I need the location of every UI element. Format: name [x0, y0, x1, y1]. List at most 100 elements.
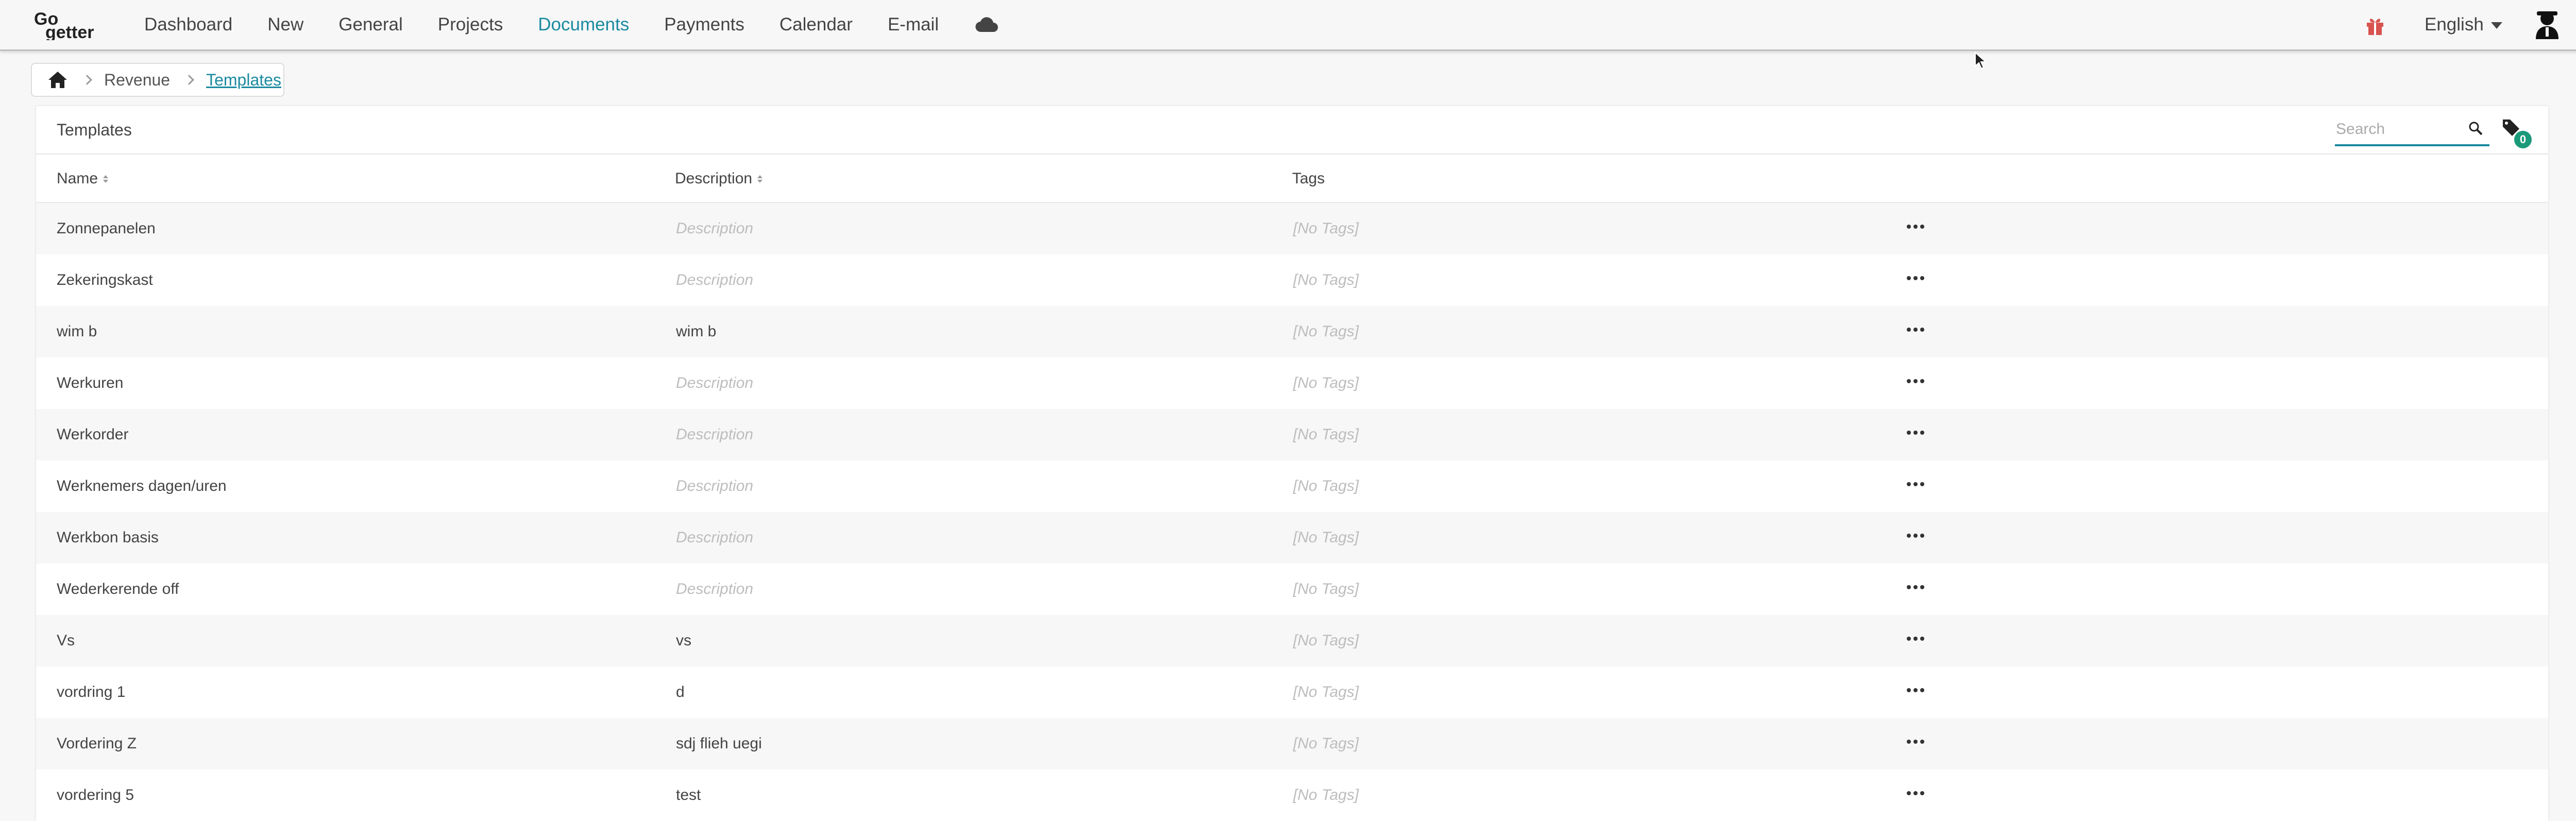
template-name[interactable]: Werkorder	[57, 409, 128, 460]
template-tags: [No Tags]	[1293, 477, 1359, 494]
cloud-icon[interactable]	[975, 16, 998, 33]
templates-panel: Templates 0 Name Description Tags	[36, 106, 2548, 821]
svg-text:getter: getter	[45, 23, 94, 40]
template-tags: [No Tags]	[1293, 323, 1359, 340]
table-row[interactable]: Vordering Z sdj flieh uegi [No Tags]	[36, 718, 2548, 769]
more-options-icon[interactable]	[1900, 632, 1931, 645]
search-icon[interactable]	[2468, 121, 2483, 136]
breadcrumb: Revenue Templates	[31, 63, 284, 97]
template-tags: [No Tags]	[1293, 632, 1359, 649]
more-options-icon[interactable]	[1900, 323, 1931, 336]
table-row[interactable]: Zonnepanelen Description [No Tags]	[36, 203, 2548, 254]
more-options-icon[interactable]	[1900, 272, 1931, 284]
template-description: Description	[676, 271, 754, 288]
more-options-icon[interactable]	[1900, 581, 1931, 593]
template-name[interactable]: vordering 5	[57, 769, 134, 821]
panel-header: Templates 0	[36, 106, 2548, 155]
template-name[interactable]: wim b	[57, 306, 97, 357]
language-selector[interactable]: English	[2425, 0, 2502, 49]
user-avatar-icon[interactable]	[2534, 10, 2561, 39]
table-body: Zonnepanelen Description [No Tags] Zekering…	[36, 203, 2548, 821]
more-options-icon[interactable]	[1900, 478, 1931, 490]
column-header-description-label: Description	[675, 170, 753, 187]
template-description: Description	[676, 477, 754, 494]
template-name[interactable]: vordring 1	[57, 666, 125, 718]
more-options-icon[interactable]	[1900, 787, 1931, 799]
template-description: Description	[676, 580, 754, 597]
chevron-down-icon	[2490, 22, 2502, 29]
table-row[interactable]: wim b wim b [No Tags]	[36, 306, 2548, 357]
template-tags: [No Tags]	[1293, 529, 1359, 546]
template-name[interactable]: Werkbon basis	[57, 512, 159, 563]
table-row[interactable]: vordering 5 test [No Tags]	[36, 769, 2548, 821]
gogetter-logo[interactable]: Go getter	[33, 9, 110, 40]
nav-new[interactable]: New	[267, 0, 303, 49]
template-description: Description	[676, 426, 754, 443]
template-description: test	[676, 786, 701, 803]
table-row[interactable]: vordring 1 d [No Tags]	[36, 666, 2548, 718]
more-options-icon[interactable]	[1900, 684, 1931, 696]
table-row[interactable]: Werkbon basis Description [No Tags]	[36, 512, 2548, 563]
template-tags: [No Tags]	[1293, 735, 1359, 752]
main-nav: Dashboard New General Projects Documents…	[144, 0, 998, 49]
template-description: Description	[676, 220, 754, 237]
nav-projects[interactable]: Projects	[438, 0, 503, 49]
chevron-right-icon	[184, 75, 194, 85]
sort-icon	[103, 175, 109, 183]
nav-documents[interactable]: Documents	[538, 0, 629, 49]
template-name[interactable]: Werkuren	[57, 357, 124, 409]
table-row[interactable]: Vs vs [No Tags]	[36, 615, 2548, 666]
column-header-tags: Tags	[1292, 170, 1325, 187]
table-row[interactable]: Werknemers dagen/uren Description [No Tags…	[36, 460, 2548, 512]
template-name[interactable]: Zonnepanelen	[57, 203, 156, 254]
template-description: d	[676, 683, 685, 700]
more-options-icon[interactable]	[1900, 426, 1931, 439]
top-navbar: Go getter Dashboard New General Projects…	[0, 0, 2576, 51]
breadcrumb-revenue[interactable]: Revenue	[104, 71, 170, 90]
breadcrumb-templates[interactable]: Templates	[206, 71, 281, 90]
template-tags: [No Tags]	[1293, 220, 1359, 237]
nav-dashboard[interactable]: Dashboard	[144, 0, 232, 49]
more-options-icon[interactable]	[1900, 529, 1931, 542]
template-tags: [No Tags]	[1293, 271, 1359, 288]
template-description: Description	[676, 374, 754, 391]
template-name[interactable]: Vordering Z	[57, 718, 137, 769]
table-row[interactable]: Wederkerende off Description [No Tags]	[36, 563, 2548, 615]
template-tags: [No Tags]	[1293, 580, 1359, 597]
column-header-name-label: Name	[57, 170, 98, 187]
template-tags: [No Tags]	[1293, 683, 1359, 700]
tag-count-badge: 0	[2514, 131, 2532, 148]
gift-icon[interactable]	[2365, 15, 2385, 36]
nav-calendar[interactable]: Calendar	[779, 0, 853, 49]
template-description: Description	[676, 529, 754, 546]
template-description: sdj flieh uegi	[676, 735, 762, 752]
more-options-icon[interactable]	[1900, 220, 1931, 233]
table-row[interactable]: Zekeringskast Description [No Tags]	[36, 254, 2548, 306]
search-input[interactable]	[2335, 115, 2459, 143]
column-header-description[interactable]: Description	[675, 170, 763, 187]
template-tags: [No Tags]	[1293, 786, 1359, 803]
sort-icon	[757, 175, 763, 183]
more-options-icon[interactable]	[1900, 375, 1931, 387]
template-tags: [No Tags]	[1293, 426, 1359, 443]
template-name[interactable]: Zekeringskast	[57, 254, 153, 306]
nav-payments[interactable]: Payments	[664, 0, 744, 49]
template-name[interactable]: Wederkerende off	[57, 563, 179, 615]
table-row[interactable]: Werkorder Description [No Tags]	[36, 409, 2548, 460]
search-box	[2335, 115, 2489, 146]
table-row[interactable]: Werkuren Description [No Tags]	[36, 357, 2548, 409]
template-name[interactable]: Werknemers dagen/uren	[57, 460, 227, 512]
column-header-tags-label: Tags	[1292, 170, 1325, 187]
mouse-cursor-icon	[1975, 52, 1987, 70]
language-label: English	[2425, 14, 2484, 35]
panel-title: Templates	[57, 121, 132, 139]
nav-general[interactable]: General	[338, 0, 403, 49]
template-name[interactable]: Vs	[57, 615, 75, 666]
tag-filter-button[interactable]: 0	[2502, 117, 2532, 148]
home-icon[interactable]	[47, 71, 68, 89]
template-description: vs	[676, 632, 691, 649]
more-options-icon[interactable]	[1900, 736, 1931, 748]
column-header-name[interactable]: Name	[57, 170, 109, 187]
chevron-right-icon	[82, 75, 92, 85]
nav-email[interactable]: E-mail	[888, 0, 939, 49]
